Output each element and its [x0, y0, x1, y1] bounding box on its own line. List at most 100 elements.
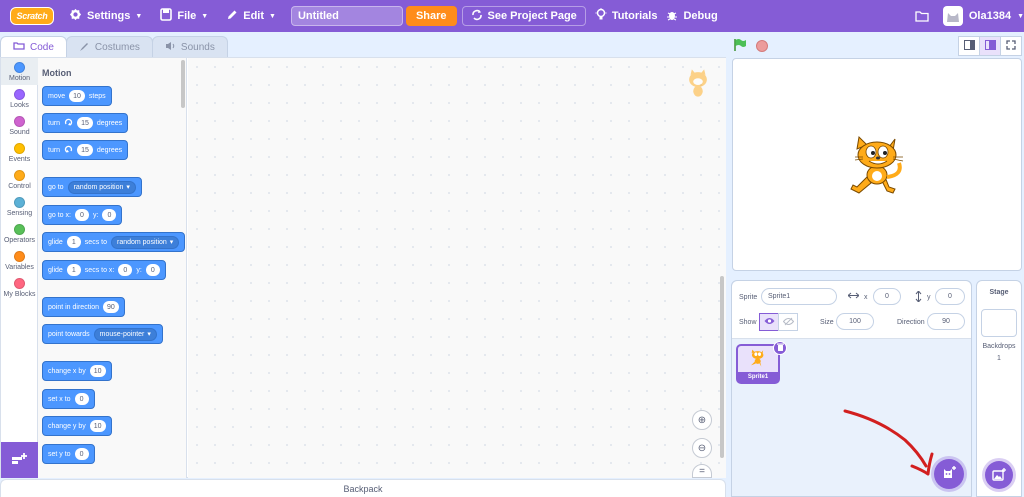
- block-glide-to[interactable]: glide 1 secs to random position ▾: [42, 232, 186, 252]
- settings-menu[interactable]: Settings ▼: [60, 0, 151, 32]
- block-go-to-xy[interactable]: go to x: 0 y: 0: [42, 205, 123, 225]
- category-motion[interactable]: Motion: [1, 58, 38, 85]
- block-dropdown[interactable]: random position ▾: [67, 180, 136, 194]
- category-sensing[interactable]: Sensing: [1, 193, 38, 220]
- block-input[interactable]: 0: [74, 393, 89, 405]
- stop-button[interactable]: [756, 40, 768, 52]
- project-title-input[interactable]: Untitled: [290, 6, 403, 26]
- category-control[interactable]: Control: [1, 166, 38, 193]
- category-variables[interactable]: Variables: [1, 247, 38, 274]
- small-stage-button[interactable]: [958, 36, 980, 56]
- block-change-x[interactable]: change x by 10: [42, 361, 112, 381]
- category-sound[interactable]: Sound: [1, 112, 38, 139]
- category-looks[interactable]: Looks: [1, 85, 38, 112]
- sprite-cat-image[interactable]: [847, 135, 909, 204]
- block-input[interactable]: 10: [89, 365, 106, 377]
- stage-thumbnail[interactable]: [981, 309, 1017, 337]
- block-text: turn: [48, 146, 61, 154]
- workspace-scrollbar[interactable]: [720, 276, 724, 458]
- chevron-down-icon: ▾: [169, 239, 174, 246]
- direction-input[interactable]: 90: [927, 313, 965, 330]
- block-dropdown[interactable]: random position ▾: [110, 235, 180, 249]
- tab-sounds[interactable]: Sounds: [151, 36, 228, 58]
- chevron-down-icon[interactable]: ▼: [1017, 13, 1024, 20]
- block-go-to[interactable]: go to random position ▾: [42, 177, 142, 197]
- block-input[interactable]: 1: [66, 264, 81, 276]
- block-input[interactable]: 10: [89, 420, 106, 432]
- tab-costumes[interactable]: Costumes: [65, 36, 153, 58]
- category-events[interactable]: Events: [1, 139, 38, 166]
- block-input[interactable]: 15: [77, 117, 93, 129]
- block-turn-right[interactable]: turn 15 degrees: [42, 113, 129, 133]
- folder-icon[interactable]: [907, 10, 937, 22]
- stage-canvas[interactable]: [732, 58, 1022, 271]
- hide-sprite-button[interactable]: [778, 313, 798, 331]
- debug-button[interactable]: Debug: [666, 0, 726, 32]
- username-label[interactable]: Ola1384: [969, 10, 1011, 22]
- user-avatar[interactable]: [942, 6, 963, 26]
- block-dropdown[interactable]: mouse-pointer ▾: [93, 327, 157, 341]
- stage-selector[interactable]: Stage Backdrops 1: [976, 280, 1022, 497]
- sprite-name-input[interactable]: Sprite1: [761, 288, 837, 305]
- sprite-thumbnail[interactable]: Sprite1: [736, 341, 787, 384]
- block-input[interactable]: 0: [118, 264, 133, 276]
- extension-icon: [11, 452, 29, 469]
- stage-label: Stage: [989, 289, 1009, 296]
- variables-dot-icon: [14, 250, 25, 262]
- block-move[interactable]: move 10 steps: [42, 86, 112, 106]
- show-sprite-button[interactable]: [759, 313, 779, 331]
- block-input[interactable]: 0: [74, 448, 89, 460]
- sprite-pane: Sprite Sprite1 x 0 y 0 Show Size 100 Dir…: [731, 280, 972, 497]
- zoom-reset-button[interactable]: =: [692, 464, 712, 478]
- block-input[interactable]: 1: [66, 236, 81, 248]
- green-flag-icon: [733, 38, 747, 55]
- zoom-out-button[interactable]: ⊖: [692, 438, 712, 458]
- block-input[interactable]: 0: [102, 209, 117, 221]
- tutorials-button[interactable]: Tutorials: [586, 0, 667, 32]
- edit-menu[interactable]: Edit ▼: [217, 0, 285, 32]
- category-label: My Blocks: [3, 290, 36, 298]
- block-change-y[interactable]: change y by 10: [42, 416, 112, 436]
- zoom-in-button[interactable]: ⊕: [692, 410, 712, 430]
- block-input[interactable]: 10: [69, 90, 85, 102]
- chevron-down-icon: ▾: [126, 184, 130, 191]
- x-input[interactable]: 0: [873, 288, 901, 305]
- block-text: degrees: [96, 119, 123, 127]
- tab-code[interactable]: Code: [0, 36, 67, 58]
- script-workspace[interactable]: ⊕ ⊖ =: [188, 58, 726, 478]
- category-operators[interactable]: Operators: [1, 220, 38, 247]
- large-stage-button[interactable]: [979, 36, 1001, 56]
- current-sprite-watermark: [684, 68, 712, 101]
- add-extension-button[interactable]: [1, 442, 38, 478]
- fullscreen-button[interactable]: [1000, 36, 1022, 56]
- size-input[interactable]: 100: [836, 313, 874, 330]
- share-button[interactable]: Share: [405, 6, 457, 26]
- category-label: Looks: [10, 101, 29, 109]
- green-flag-button[interactable]: [732, 38, 748, 54]
- scratch-logo[interactable]: Scratch: [10, 7, 54, 25]
- choose-sprite-button[interactable]: [934, 459, 964, 489]
- backpack-panel[interactable]: Backpack: [0, 479, 726, 497]
- block-input[interactable]: 90: [102, 301, 119, 313]
- choose-backdrop-button[interactable]: [985, 461, 1013, 489]
- category-my-blocks[interactable]: My Blocks: [1, 274, 38, 301]
- dropdown-value: random position: [73, 183, 124, 191]
- rotate-left-icon: [64, 145, 73, 156]
- block-input[interactable]: 0: [74, 209, 89, 221]
- block-set-y[interactable]: set y to 0: [42, 444, 95, 464]
- y-input[interactable]: 0: [935, 288, 965, 305]
- delete-sprite-button[interactable]: [773, 341, 787, 355]
- block-point-in-direction[interactable]: point in direction 90: [42, 297, 125, 317]
- block-input[interactable]: 15: [77, 144, 93, 156]
- small-stage-icon: [963, 39, 975, 53]
- block-text: set y to: [48, 450, 71, 458]
- block-point-towards[interactable]: point towards mouse-pointer ▾: [42, 324, 163, 344]
- see-project-page-button[interactable]: See Project Page: [461, 6, 586, 26]
- block-set-x[interactable]: set x to 0: [42, 389, 95, 409]
- palette-scrollbar[interactable]: [181, 60, 185, 108]
- block-turn-left[interactable]: turn 15 degrees: [42, 140, 129, 160]
- block-glide-xy[interactable]: glide 1 secs to x: 0 y: 0: [42, 260, 166, 280]
- file-menu[interactable]: File ▼: [151, 0, 217, 32]
- block-input[interactable]: 0: [145, 264, 160, 276]
- my-blocks-dot-icon: [14, 277, 25, 289]
